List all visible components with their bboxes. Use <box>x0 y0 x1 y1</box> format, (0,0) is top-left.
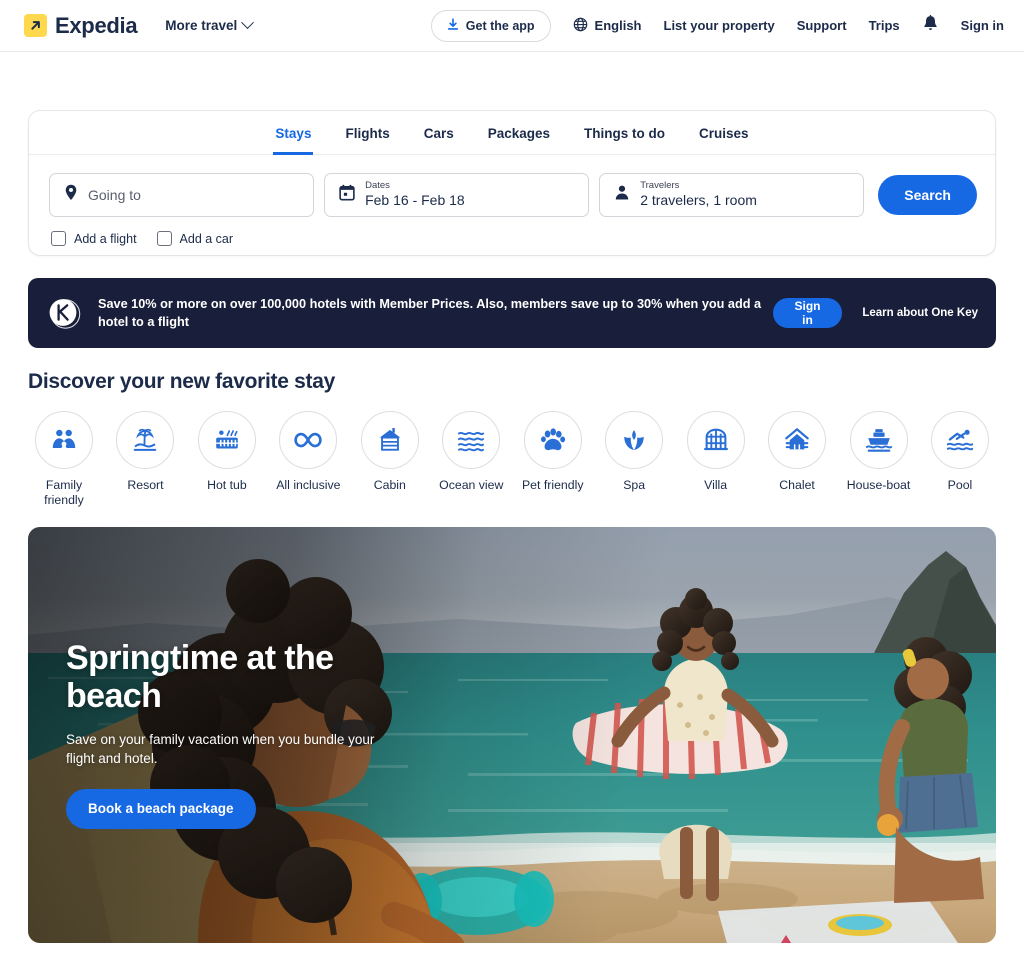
hero-title: Springtime at the beach <box>66 638 334 716</box>
travelers-label: Travelers <box>640 180 680 192</box>
get-the-app-button[interactable]: Get the app <box>430 9 551 42</box>
villa-icon <box>686 411 745 469</box>
header-nav: Get the app English List your property S… <box>430 9 1004 42</box>
tab-cruises[interactable]: Cruises <box>697 122 751 155</box>
cabin-icon <box>360 411 419 469</box>
search-tabs: Stays Flights Cars Packages Things to do… <box>29 111 995 155</box>
one-key-banner: Save 10% or more on over 100,000 hotels … <box>28 278 996 348</box>
search-button[interactable]: Search <box>878 175 977 215</box>
page-body: Stays Flights Cars Packages Things to do… <box>0 110 1024 943</box>
category-label: House-boat <box>846 478 911 492</box>
add-a-flight-checkbox[interactable]: Add a flight <box>51 231 137 246</box>
category-label: Spa <box>623 478 646 492</box>
dates-value: Feb 16 - Feb 18 <box>365 192 465 209</box>
globe-icon <box>573 17 588 35</box>
notifications-button[interactable] <box>922 14 939 37</box>
travelers-field[interactable]: Travelers 2 travelers, 1 room <box>599 173 865 217</box>
hot-tub-icon <box>197 411 256 469</box>
one-key-message: Save 10% or more on over 100,000 hotels … <box>98 296 762 329</box>
calendar-icon <box>339 184 355 206</box>
expedia-logo[interactable]: Expedia <box>24 12 138 39</box>
expedia-arrow-logo-icon <box>24 14 47 37</box>
category-resort[interactable]: Resort <box>109 411 181 509</box>
more-travel-label: More travel <box>165 18 238 33</box>
tab-things-to-do[interactable]: Things to do <box>582 122 667 155</box>
brand-name: Expedia <box>55 12 138 38</box>
language-label: English <box>594 18 642 33</box>
category-label: Family friendly <box>44 478 84 508</box>
tab-packages[interactable]: Packages <box>486 122 552 155</box>
category-houseboat[interactable]: House-boat <box>843 411 915 509</box>
dates-field[interactable]: Dates Feb 16 - Feb 18 <box>324 173 590 217</box>
more-travel-menu[interactable]: More travel <box>165 16 255 33</box>
hero-banner[interactable]: Springtime at the beach Save on your fam… <box>28 526 996 943</box>
checkbox-icon <box>156 231 172 246</box>
swimmer-pool-icon <box>930 411 989 469</box>
hero-content: Springtime at the beach Save on your fam… <box>66 639 376 829</box>
houseboat-icon <box>849 411 908 469</box>
category-cabin[interactable]: Cabin <box>354 411 426 509</box>
category-label: Villa <box>704 478 728 492</box>
language-selector[interactable]: English <box>573 17 642 35</box>
category-label: Resort <box>127 478 164 492</box>
support-link[interactable]: Support <box>797 18 847 33</box>
category-hot-tub[interactable]: Hot tub <box>191 411 263 509</box>
category-label: Ocean view <box>439 478 504 492</box>
paw-icon <box>523 411 582 469</box>
waves-icon <box>442 411 501 469</box>
checkbox-icon <box>51 231 66 246</box>
tab-cars[interactable]: Cars <box>422 122 456 155</box>
category-label: Chalet <box>779 478 815 492</box>
site-header: Expedia More travel Get the app English <box>0 0 1024 52</box>
category-label: Pet friendly <box>521 478 584 492</box>
family-icon <box>35 411 93 469</box>
search-widget: Stays Flights Cars Packages Things to do… <box>28 110 996 256</box>
category-label: Cabin <box>373 478 406 492</box>
person-icon <box>614 184 630 206</box>
add-a-car-checkbox[interactable]: Add a car <box>156 231 234 246</box>
trips-link[interactable]: Trips <box>869 18 900 33</box>
category-family-friendly[interactable]: Family friendly <box>28 411 100 509</box>
category-label: Hot tub <box>207 478 247 492</box>
add-a-car-label: Add a car <box>179 231 234 246</box>
destination-placeholder: Going to <box>88 187 141 203</box>
infinity-icon <box>279 411 338 469</box>
category-label: All inclusive <box>276 478 341 492</box>
location-pin-icon <box>64 184 78 206</box>
list-your-property-link[interactable]: List your property <box>664 18 775 33</box>
spa-lotus-icon <box>605 411 664 469</box>
chevron-down-icon <box>241 16 255 30</box>
one-key-sign-in-button[interactable]: Sign in <box>772 298 843 328</box>
category-spa[interactable]: Spa <box>598 411 670 509</box>
palm-island-icon <box>116 411 175 469</box>
add-a-flight-label: Add a flight <box>74 231 137 246</box>
destination-field[interactable]: Going to <box>49 173 315 217</box>
category-label: Pool <box>947 478 973 492</box>
category-ocean-view[interactable]: Ocean view <box>435 411 507 509</box>
category-pet-friendly[interactable]: Pet friendly <box>517 411 589 509</box>
travelers-value: 2 travelers, 1 room <box>640 192 757 209</box>
category-pool[interactable]: Pool <box>924 411 996 509</box>
category-list: Family friendly Resort Hot tub All inclu… <box>28 411 996 509</box>
dates-label: Dates <box>365 180 390 192</box>
discover-section-title: Discover your new favorite stay <box>28 370 335 393</box>
bell-icon <box>922 14 939 37</box>
hero-subtitle: Save on your family vacation when you bu… <box>66 731 375 767</box>
category-chalet[interactable]: Chalet <box>761 411 833 509</box>
one-key-k-icon <box>44 293 84 333</box>
category-all-inclusive[interactable]: All inclusive <box>272 411 344 509</box>
chalet-icon <box>768 411 827 469</box>
sign-in-link[interactable]: Sign in <box>961 18 1004 33</box>
download-icon <box>447 17 459 34</box>
search-fields-row: Going to Dates Feb 16 - Feb 18 Travelers… <box>29 155 995 217</box>
get-the-app-label: Get the app <box>465 18 535 33</box>
book-a-beach-package-button[interactable]: Book a beach package <box>66 788 256 829</box>
search-options-row: Add a flight Add a car <box>29 217 995 246</box>
tab-stays[interactable]: Stays <box>273 122 314 155</box>
tab-flights[interactable]: Flights <box>343 122 391 155</box>
learn-about-one-key-link[interactable]: Learn about One Key <box>862 307 978 319</box>
category-villa[interactable]: Villa <box>680 411 752 509</box>
